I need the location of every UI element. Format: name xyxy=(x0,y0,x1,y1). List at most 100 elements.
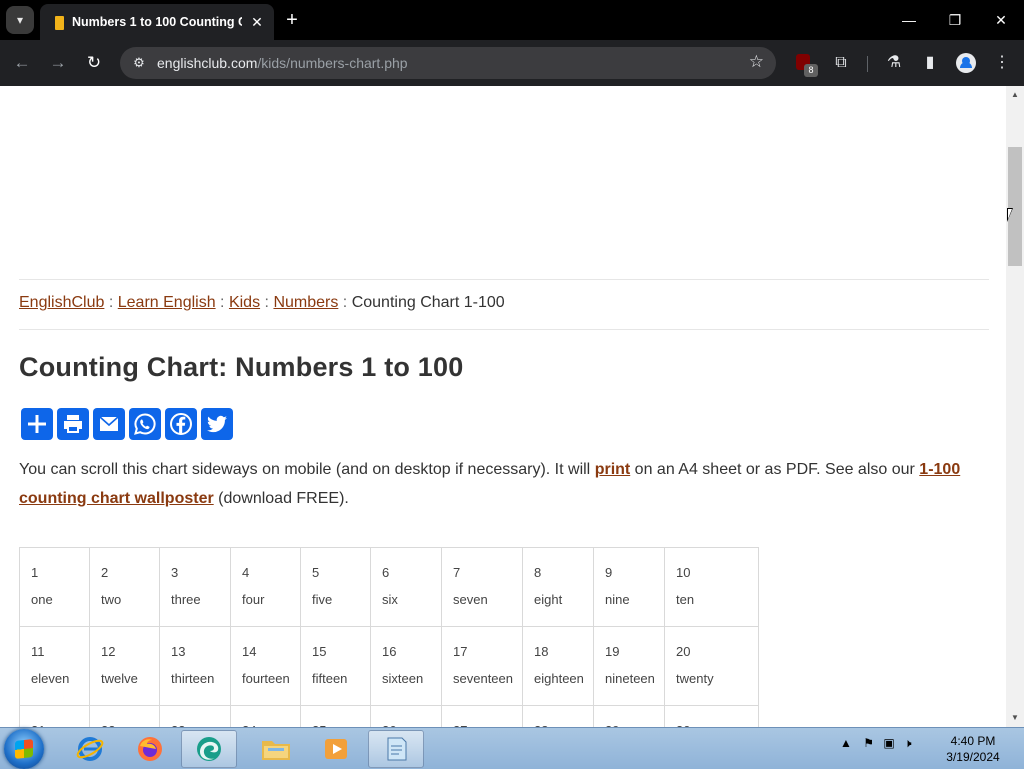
number-cell: 22 xyxy=(89,705,160,727)
number-cell: 20 twenty xyxy=(664,626,759,706)
url-host: englishclub.com xyxy=(157,55,258,71)
taskbar-firefox[interactable] xyxy=(122,730,178,768)
side-panel-icon[interactable]: ▮ xyxy=(918,51,942,75)
scroll-down-arrow-icon[interactable]: ▼ xyxy=(1010,713,1020,723)
reload-button[interactable]: ↻ xyxy=(82,51,106,75)
url-path: /kids/numbers-chart.php xyxy=(257,55,408,71)
breadcrumb-link-learn-english[interactable]: Learn English xyxy=(118,294,216,311)
bookmark-star-icon[interactable]: ☆ xyxy=(749,52,764,72)
chevron-down-icon: ▾ xyxy=(16,13,24,27)
firefox-icon xyxy=(138,737,162,761)
number-digit: 14 xyxy=(242,644,257,659)
page-scrollbar[interactable]: ▲ ▼ xyxy=(1006,86,1024,727)
breadcrumb-link-numbers[interactable]: Numbers xyxy=(273,294,338,311)
email-icon xyxy=(99,416,119,431)
number-cell: 30 xyxy=(664,705,759,727)
number-digit: 20 xyxy=(676,644,691,659)
number-cell: 12 twelve xyxy=(89,626,160,706)
print-link[interactable]: print xyxy=(595,461,631,478)
breadcrumb-separator: : xyxy=(264,294,269,311)
share-facebook-button[interactable] xyxy=(165,408,197,440)
start-button[interactable] xyxy=(4,729,44,769)
number-word: three xyxy=(171,592,201,607)
number-digit: 16 xyxy=(382,644,397,659)
scrollbar-thumb[interactable] xyxy=(1008,147,1022,266)
profile-avatar-icon[interactable] xyxy=(956,53,976,73)
number-cell: 27 xyxy=(441,705,523,727)
number-cell: 10 ten xyxy=(664,547,759,627)
site-info-icon[interactable]: ⚙ xyxy=(128,53,150,73)
media-player-icon xyxy=(325,739,347,759)
volume-muted-icon[interactable]: 🕨 xyxy=(904,736,912,750)
number-cell: 3 three xyxy=(159,547,231,627)
minimize-button[interactable]: — xyxy=(894,10,924,30)
table-row: 11 eleven 12 twelve 13 thirteen 14 fourteen 15 fi… xyxy=(19,626,759,706)
table-row: 21222324252627282930 xyxy=(19,705,759,727)
number-digit: 10 xyxy=(676,565,691,580)
number-cell: 21 xyxy=(19,705,90,727)
address-bar[interactable]: ⚙ englishclub.com/kids/numbers-chart.php… xyxy=(120,47,776,79)
plus-icon xyxy=(28,415,46,433)
number-word: fifteen xyxy=(312,671,348,686)
action-center-flag-icon[interactable]: ⚑ xyxy=(863,736,874,750)
counting-chart-table: 1 one 2 two 3 three 4 four 5 five 6 six 7 seven 8 eight… xyxy=(19,547,759,727)
breadcrumb-current: Counting Chart 1-100 xyxy=(351,294,505,311)
url-text[interactable]: englishclub.com/kids/numbers-chart.php xyxy=(157,55,408,71)
taskbar-clock[interactable]: 4:40 PM 3/19/2024 xyxy=(930,733,1016,765)
number-digit: 2 xyxy=(101,565,109,580)
number-cell: 4 four xyxy=(230,547,301,627)
share-add-button[interactable] xyxy=(21,408,53,440)
close-window-button[interactable]: ✕ xyxy=(986,10,1016,30)
toolbar-separator xyxy=(867,56,868,72)
share-email-button[interactable] xyxy=(93,408,125,440)
breadcrumb-link-englishclub[interactable]: EnglishClub xyxy=(19,294,104,311)
browser-toolbar: ← → ↻ ⚙ englishclub.com/kids/numbers-cha… xyxy=(0,40,1024,86)
number-word: four xyxy=(242,592,265,607)
close-tab-icon[interactable]: ✕ xyxy=(247,12,267,32)
browser-tab[interactable]: Numbers 1 to 100 Counting Chart ✕ xyxy=(40,4,274,40)
number-cell: 28 xyxy=(522,705,594,727)
taskbar-internet-explorer[interactable] xyxy=(62,730,118,768)
number-word: nineteen xyxy=(605,671,655,686)
tab-search-button[interactable]: ▾ xyxy=(6,6,34,34)
divider xyxy=(19,329,989,330)
network-icon[interactable]: ▣ xyxy=(883,736,894,750)
share-whatsapp-button[interactable] xyxy=(129,408,161,440)
tab-title: Numbers 1 to 100 Counting Chart xyxy=(72,15,242,29)
number-word: eight xyxy=(534,592,563,607)
number-cell: 24 xyxy=(230,705,301,727)
new-tab-button[interactable]: + xyxy=(280,8,304,32)
number-digit: 5 xyxy=(312,565,320,580)
favicon-icon xyxy=(55,16,64,30)
clock-date: 3/19/2024 xyxy=(946,750,1000,764)
number-word: fourteen xyxy=(242,671,290,686)
whatsapp-icon xyxy=(134,413,156,435)
taskbar-media-player[interactable] xyxy=(308,730,364,768)
number-word: sixteen xyxy=(382,671,424,686)
number-word: nine xyxy=(605,592,630,607)
menu-kebab-icon[interactable]: ⋮ xyxy=(990,51,1014,75)
breadcrumb-link-kids[interactable]: Kids xyxy=(229,294,260,311)
number-word: five xyxy=(312,592,333,607)
show-hidden-icons-icon[interactable]: ▲ xyxy=(840,736,852,750)
folder-icon xyxy=(262,741,290,760)
labs-flask-icon[interactable]: ⚗ xyxy=(882,51,906,75)
number-cell: 26 xyxy=(370,705,442,727)
back-button[interactable]: ← xyxy=(10,51,34,75)
mouse-cursor-icon xyxy=(1007,208,1013,222)
taskbar-edge-chrome[interactable] xyxy=(181,730,237,768)
number-word: seventeen xyxy=(453,671,513,686)
clock-time: 4:40 PM xyxy=(950,734,996,748)
number-cell: 15 fifteen xyxy=(300,626,371,706)
restore-button[interactable]: ❐ xyxy=(940,10,970,30)
number-word: one xyxy=(31,592,53,607)
taskbar-file-explorer[interactable] xyxy=(248,730,304,768)
number-word: six xyxy=(382,592,398,607)
share-print-button[interactable] xyxy=(57,408,89,440)
taskbar-notepad[interactable] xyxy=(368,730,424,768)
scroll-up-arrow-icon[interactable]: ▲ xyxy=(1010,90,1020,100)
forward-button[interactable]: → xyxy=(46,51,70,75)
extensions-puzzle-icon[interactable]: ⧉ xyxy=(829,51,853,75)
number-word: thirteen xyxy=(171,671,215,686)
share-twitter-button[interactable] xyxy=(201,408,233,440)
